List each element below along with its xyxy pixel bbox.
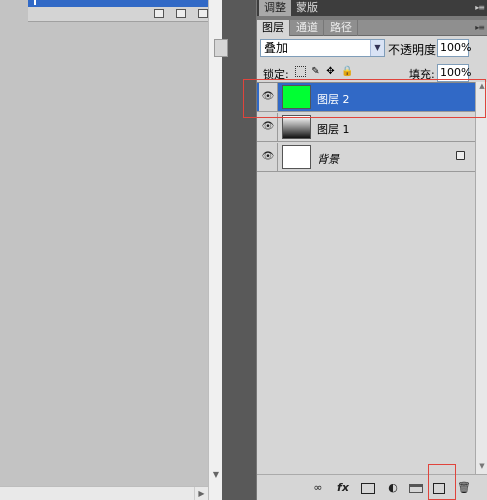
lock-image-pixels-icon[interactable]: ✎	[310, 66, 321, 77]
link-layers-icon[interactable]: ∞	[309, 481, 327, 495]
group-icon[interactable]	[409, 484, 423, 493]
delete-icon[interactable]: 🗑	[457, 481, 471, 495]
trash-icon[interactable]	[198, 9, 208, 18]
new-snapshot-icon[interactable]	[154, 9, 164, 18]
scroll-down-arrow-icon[interactable]: ▼	[209, 470, 223, 482]
history-selected-row[interactable]	[28, 0, 208, 7]
canvas-workspace: ▼ ▼ ▶	[0, 0, 222, 500]
scroll-down-arrow-icon[interactable]: ▼	[476, 462, 487, 474]
layer-name: 图层 1	[317, 123, 350, 136]
fx-icon[interactable]: fx	[335, 481, 351, 495]
panel-menu-icon[interactable]: ▸≡	[475, 3, 485, 12]
layer-thumbnail	[282, 115, 311, 139]
opacity-slider-arrow-icon[interactable]	[214, 39, 228, 57]
adjustments-tabbar: 调整 蒙版 ▸≡	[257, 0, 487, 16]
mask-icon[interactable]	[361, 483, 375, 494]
lock-position-icon[interactable]: ✥	[325, 66, 336, 77]
tab-layers[interactable]: 图层	[257, 20, 290, 36]
panel-dock-gap	[222, 0, 256, 500]
scroll-right-arrow-icon[interactable]: ▶	[194, 487, 208, 500]
layers-list: 👁 图层 2 👁 图层 1 👁 背景	[257, 82, 475, 456]
layer-row[interactable]: 👁 背景	[257, 143, 475, 172]
layers-panel-menu-icon[interactable]: ▸≡	[475, 23, 485, 32]
history-marker-icon	[34, 0, 36, 5]
chevron-down-icon[interactable]: ▼	[370, 40, 384, 56]
history-panel-fragment: ▼	[28, 0, 222, 22]
opacity-label: 不透明度:	[388, 43, 441, 57]
tab-adjustments[interactable]: 调整	[259, 0, 291, 16]
adjustment-icon[interactable]: ◐	[385, 481, 401, 495]
horizontal-scrollbar[interactable]: ▶	[0, 486, 208, 500]
layer-name: 背景	[317, 153, 339, 166]
lock-transparency-icon[interactable]	[295, 66, 306, 77]
vertical-scrollbar[interactable]: ▼	[208, 0, 222, 500]
layers-tabbar: 图层 通道 路径 ▸≡	[257, 20, 487, 36]
layer-thumbnail	[282, 145, 311, 169]
opacity-input[interactable]: 100%	[437, 39, 471, 57]
lock-icon	[456, 151, 465, 160]
camera-icon[interactable]	[176, 9, 186, 18]
selected-layer-highlight	[243, 79, 486, 118]
tab-paths[interactable]: 路径	[325, 20, 358, 36]
layers-scrollbar[interactable]: ▲ ▼	[475, 82, 487, 474]
tab-masks[interactable]: 蒙版	[291, 0, 323, 16]
lock-all-icon[interactable]: 🔒	[341, 66, 353, 77]
blend-mode-select[interactable]: 叠加 ▼	[260, 39, 385, 57]
tab-channels[interactable]: 通道	[291, 20, 324, 36]
eye-icon[interactable]: 👁	[259, 143, 278, 171]
blend-mode-row: 叠加 ▼ 不透明度: 100%	[214, 36, 487, 60]
blend-mode-value: 叠加	[264, 41, 289, 55]
layers-panel: 调整 蒙版 ▸≡ 图层 通道 路径 ▸≡ 叠加 ▼ 不透明度: 100% 锁定:…	[214, 0, 487, 500]
new-layer-highlight	[428, 464, 456, 500]
